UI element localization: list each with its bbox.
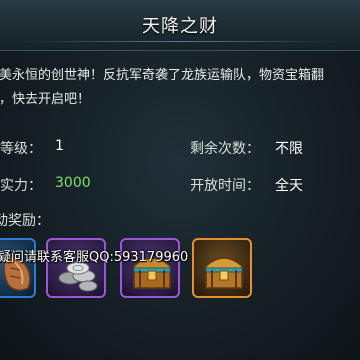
panel-title: 天降之财 <box>142 16 218 37</box>
event-panel: 天降之财 灵美永恒的创世神！反抗军奇袭了龙族运输队，物资宝箱翻 卌，快去开启吧！… <box>0 0 360 360</box>
remaining-count-label: 剩余次数： <box>190 141 260 157</box>
open-time-label: 开放时间： <box>190 178 260 194</box>
enemy-level-label: 敌等级： <box>0 141 42 157</box>
reward-slot-4[interactable] <box>192 238 252 298</box>
recommended-power-value: 3000 <box>55 175 91 191</box>
remaining-count-value: 不限 <box>275 141 303 157</box>
rewards-label: 动奖励： <box>0 213 50 229</box>
description-line-1: 灵美永恒的创世神！反抗军奇袭了龙族运输队，物资宝箱翻 <box>0 68 325 83</box>
contact-watermark: 疑问请联系客服QQ:593179960 <box>0 250 189 265</box>
recommended-power-label: 荐实力： <box>0 178 42 194</box>
open-time-value: 全天 <box>275 178 303 194</box>
enemy-level-value: 1 <box>55 138 64 154</box>
title-bar: 天降之财 <box>0 0 360 51</box>
treasure-chest-icon <box>205 257 243 289</box>
description-line-2: 卌，快去开启吧！ <box>0 92 91 107</box>
event-description: 灵美永恒的创世神！反抗军奇袭了龙族运输队，物资宝箱翻 卌，快去开启吧！ <box>0 64 356 112</box>
